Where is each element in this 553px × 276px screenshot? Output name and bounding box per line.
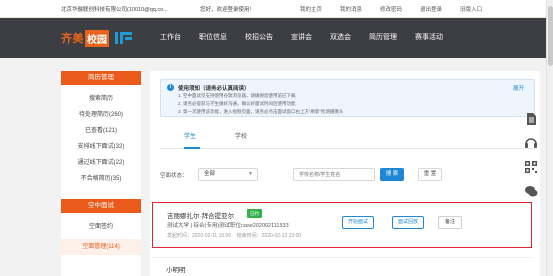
logo[interactable]: 齐美 校园 <box>61 28 133 48</box>
sidebar-item-offline-interview[interactable]: 安排线下面试(32) <box>61 139 141 155</box>
candidate-name: 吉丽娜扎尔·拜合提亚尔 <box>167 213 235 220</box>
candidate-name: 小明明 <box>166 267 186 274</box>
end-time: 结束时间：2020-02-12 23:00 <box>236 233 302 239</box>
interview-playback-button[interactable]: 面试回放 <box>392 216 424 229</box>
status-select[interactable]: 全部 ▼ <box>198 168 258 181</box>
sidebar-item-search-resume[interactable]: 搜索简历 <box>61 91 141 107</box>
note-button[interactable]: 备注 <box>438 216 462 229</box>
nav-item-positions[interactable]: 职位信息 <box>199 32 227 42</box>
interview-card: 吉丽娜扎尔·拜合提亚尔 已约 测试大学 | 综合(专用)测试职位case2020… <box>152 202 532 248</box>
filter-bar: 空面状态： 全部 ▼ 搜 索 重 置 <box>160 167 535 183</box>
status-badge: 已约 <box>247 209 262 218</box>
tab-student[interactable]: 学生 <box>184 129 200 149</box>
headset-icon[interactable] <box>524 136 538 150</box>
main-panel: i 使用须知（请务必认真阅读） 展开 1. 空中面试仅支持使用谷歌浏览器，请确保… <box>150 71 540 276</box>
usage-notice: i 使用须知（请务必认真阅读） 展开 1. 空中面试仅支持使用谷歌浏览器，请确保… <box>160 79 535 117</box>
interview-times: 发起时间：2020-02-11 15:00 结束时间：2020-02-12 23… <box>167 232 301 239</box>
interview-card: 小明明 <box>152 257 532 276</box>
expand-button[interactable]: 展开 <box>513 84 524 92</box>
notice-line: 1. 空中面试仅支持使用谷歌浏览器，请确保您使用前已下载 <box>178 93 296 98</box>
notice-line: 3. 第一次使用该功能，进入视频页面，请务必点击面试窗口右上方“刷新”检测摄像头 <box>178 109 344 114</box>
logo-text-1: 齐美 <box>61 33 84 45</box>
nav-item-announcements[interactable]: 校招公告 <box>245 32 273 42</box>
scrollbar[interactable] <box>546 0 553 276</box>
search-button[interactable]: 搜 索 <box>380 168 404 181</box>
link-home[interactable]: 我的主页 <box>300 5 322 13</box>
start-interview-button[interactable]: 开始面试 <box>342 216 374 229</box>
top-links: 我的主页 我的消息 修改密码 退出登录 旧版入口 <box>300 5 500 13</box>
sidebar-section-resume: 简历管理 <box>61 71 141 85</box>
sidebar-item-air-management[interactable]: 空面管理(114) <box>61 239 141 255</box>
qrcode-icon[interactable] <box>524 160 538 174</box>
sidebar-item-pending[interactable]: 待处理简历(260) <box>61 107 141 123</box>
search-input[interactable] <box>293 168 375 181</box>
org-name: 北京华融联创科技有限公司(10010@qq.co... <box>61 7 168 13</box>
start-time: 发起时间：2020-02-11 15:00 <box>167 233 232 239</box>
sidebar-item-viewed[interactable]: 已查看(121) <box>61 123 141 139</box>
welcome-text: 您好，欢迎登录使用! <box>200 7 252 13</box>
sidebar-section-air-interview: 空中面试 <box>61 199 141 213</box>
link-old-version[interactable]: 旧版入口 <box>460 5 482 13</box>
link-change-password[interactable]: 修改密码 <box>380 5 402 13</box>
chat-icon[interactable] <box>524 184 538 198</box>
candidate-school-position: 测试大学 | 综合(专用)测试职位case202002111533 <box>167 223 289 229</box>
link-messages[interactable]: 我的消息 <box>340 5 362 13</box>
link-logout[interactable]: 退出登录 <box>420 5 442 13</box>
reset-button[interactable]: 重 置 <box>418 168 442 181</box>
nav-item-job-fairs[interactable]: 双选会 <box>330 32 351 42</box>
document-icon[interactable] <box>524 112 538 126</box>
sidebar-item-passed-offline[interactable]: 通过线下面试(22) <box>61 155 141 171</box>
logo-text-2: 校园 <box>85 29 109 47</box>
logo-mark-icon <box>115 31 133 45</box>
info-icon: i <box>167 84 174 91</box>
sidebar-item-unqualified[interactable]: 不合格简历(35) <box>61 171 141 187</box>
sidebar-item-air-sign[interactable]: 空面签约 <box>61 219 141 235</box>
sidebar: 简历管理 搜索简历 待处理简历(260) 已查看(121) 安排线下面试(32)… <box>61 71 141 276</box>
tab-school[interactable]: 学校 <box>235 129 247 149</box>
notice-line: 2. 请务必提前与学生做好沟通，确认好面试时间后使用功能 <box>178 101 296 106</box>
chevron-down-icon: ▼ <box>248 171 253 177</box>
top-bar: 北京华融联创科技有限公司(10010@qq.co... 您好，欢迎登录使用! 我… <box>0 0 553 18</box>
nav-item-presentations[interactable]: 宣讲会 <box>291 32 312 42</box>
main-nav: 齐美 校园 工作台 职位信息 校招公告 宣讲会 双选会 简历管理 赛事活动 <box>0 18 553 58</box>
scrollbar-thumb[interactable] <box>548 6 553 66</box>
status-select-value: 全部 <box>204 171 216 177</box>
nav-items: 工作台 职位信息 校招公告 宣讲会 双选会 简历管理 赛事活动 <box>160 32 461 42</box>
nav-item-events[interactable]: 赛事活动 <box>415 32 443 42</box>
status-label: 空面状态： <box>160 173 188 179</box>
nav-item-resume-management[interactable]: 简历管理 <box>369 32 397 42</box>
nav-item-workbench[interactable]: 工作台 <box>160 32 181 42</box>
tabs: 学生 学校 <box>160 129 535 149</box>
notice-title: 使用须知（请务必认真阅读） <box>178 86 250 92</box>
